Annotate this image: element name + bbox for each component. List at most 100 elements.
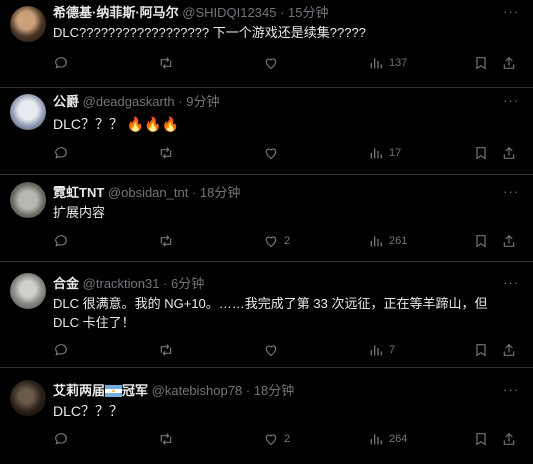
like-icon [263,431,279,447]
action-bar: 137 [53,55,523,73]
timestamp[interactable]: 6分钟 [171,276,204,291]
view-count: 264 [389,433,408,445]
action-bar: 2 261 [53,233,523,251]
retweet-button[interactable] [158,233,179,249]
like-button[interactable]: 2 [263,233,290,249]
retweet-icon [158,233,174,249]
reply-icon [53,431,69,447]
bookmark-button[interactable] [473,145,489,161]
share-icon [501,233,517,249]
like-button[interactable] [263,145,284,161]
retweet-icon [158,431,174,447]
views-button[interactable]: 137 [368,55,407,71]
views-icon [368,55,384,71]
more-options-button[interactable]: ··· [503,93,519,108]
more-options-button[interactable]: ··· [503,275,519,290]
action-bar: 2 264 [53,431,523,449]
retweet-button[interactable] [158,145,179,161]
views-button[interactable]: 7 [368,342,395,358]
tweet-text: 扩展内容 [53,205,106,220]
tweet[interactable]: 霓虹TNT @obsidan_tnt · 18分钟 ··· 扩展内容 2 261 [0,175,533,262]
like-icon [263,342,279,358]
bookmark-icon [473,233,489,249]
retweet-button[interactable] [158,55,179,71]
bookmark-icon [473,55,489,71]
tweet[interactable]: 公爵 @deadgaskarth · 9分钟 ··· DLC？？？ 🔥🔥🔥 17 [0,88,533,175]
reply-icon [53,145,69,161]
share-button[interactable] [501,342,517,358]
view-count: 7 [389,344,396,356]
bookmark-button[interactable] [473,431,489,447]
views-icon [368,145,384,161]
tweet-header: 霓虹TNT @obsidan_tnt · 18分钟 [53,185,240,201]
tweet[interactable]: 合金 @tracktion31 · 6分钟 ··· DLC 很满意。我的 NG+… [0,262,533,368]
views-button[interactable]: 264 [368,431,407,447]
like-count: 2 [284,433,291,445]
like-button[interactable] [263,55,284,71]
like-icon [263,55,279,71]
user-handle[interactable]: @tracktion31 [83,276,160,291]
more-options-button[interactable]: ··· [503,4,519,19]
share-button[interactable] [501,233,517,249]
like-count: 2 [284,235,291,247]
retweet-icon [158,342,174,358]
views-button[interactable]: 17 [368,145,401,161]
retweet-button[interactable] [158,342,179,358]
view-count: 137 [389,57,408,69]
reply-button[interactable] [53,431,74,447]
separator-dot: · [163,276,168,291]
more-options-button[interactable]: ··· [503,382,519,397]
tweet-text: DLC？？？ [53,403,124,419]
share-icon [501,342,517,358]
bookmark-icon [473,431,489,447]
avatar[interactable] [10,6,46,42]
timestamp[interactable]: 15分钟 [288,5,328,20]
timestamp[interactable]: 9分钟 [186,94,219,109]
more-options-button[interactable]: ··· [503,184,519,199]
reply-button[interactable] [53,342,74,358]
display-name[interactable]: 霓虹TNT [53,185,104,200]
like-button[interactable]: 2 [263,431,290,447]
tweet-text: DLC？？？ 🔥🔥🔥 [53,116,180,132]
avatar[interactable] [10,273,46,309]
tweet[interactable]: 艾莉两届 冠军 @katebishop78 · 18分钟 ··· DLC？？？ 2… [0,368,533,464]
reply-button[interactable] [53,233,74,249]
like-button[interactable] [263,342,284,358]
timestamp[interactable]: 18分钟 [200,185,240,200]
display-name-suffix[interactable]: 冠军 [122,383,148,398]
display-name[interactable]: 希德基·纳菲斯·阿马尔 [53,5,179,20]
tweet-header: 合金 @tracktion31 · 6分钟 [53,276,204,292]
display-name[interactable]: 公爵 [53,94,79,109]
views-button[interactable]: 261 [368,233,407,249]
share-button[interactable] [501,431,517,447]
tweet-header: 希德基·纳菲斯·阿马尔 @SHIDQI12345 · 15分钟 [53,5,329,21]
user-handle[interactable]: @SHIDQI12345 [182,5,276,20]
reply-icon [53,233,69,249]
share-button[interactable] [501,55,517,71]
share-button[interactable] [501,145,517,161]
avatar[interactable] [10,380,46,416]
tweet-header: 公爵 @deadgaskarth · 9分钟 [53,94,219,110]
tweet-text: DLC?????????????????? 下一个游戏还是续集????? [53,25,366,40]
avatar[interactable] [10,94,46,130]
tweet[interactable]: 希德基·纳菲斯·阿马尔 @SHIDQI12345 · 15分钟 ··· DLC?… [0,0,533,88]
bookmark-icon [473,342,489,358]
reply-button[interactable] [53,145,74,161]
user-handle[interactable]: @obsidan_tnt [108,185,188,200]
user-handle[interactable]: @katebishop78 [152,383,243,398]
view-count: 17 [389,147,402,159]
bookmark-button[interactable] [473,342,489,358]
tweet-header: 艾莉两届 冠军 @katebishop78 · 18分钟 [53,383,294,401]
avatar[interactable] [10,182,46,218]
share-icon [501,145,517,161]
display-name[interactable]: 合金 [53,276,79,291]
bookmark-button[interactable] [473,233,489,249]
like-icon [263,233,279,249]
user-handle[interactable]: @deadgaskarth [83,94,175,109]
views-icon [368,233,384,249]
bookmark-button[interactable] [473,55,489,71]
reply-button[interactable] [53,55,74,71]
timestamp[interactable]: 18分钟 [254,383,294,398]
display-name[interactable]: 艾莉两届 [53,383,105,398]
retweet-button[interactable] [158,431,179,447]
